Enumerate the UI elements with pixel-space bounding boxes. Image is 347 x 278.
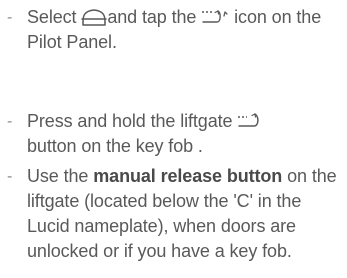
text-button-on-key-fob: button on the key fob . [27, 136, 203, 156]
liftgate-open-icon [237, 111, 261, 131]
text-press-and-hold: Press and hold the liftgate [27, 111, 233, 131]
manual-release-button-term: manual release button [93, 166, 283, 186]
liftgate-open-icon [201, 9, 229, 27]
vehicle-outline-icon [81, 7, 108, 27]
list-item-text: Use the manual release button on the lif… [27, 164, 345, 264]
list-bullet: - [7, 113, 13, 130]
text-and-tap: and tap the [107, 7, 197, 27]
text-use-the: Use the [27, 166, 89, 186]
instruction-list: - Select and tap the icon on the Pilot P… [0, 0, 347, 278]
list-bullet: - [7, 168, 13, 185]
list-bullet: - [7, 9, 13, 26]
text-select: Select [27, 7, 77, 27]
list-item-text: Press and hold the liftgate button on th… [27, 109, 345, 159]
list-item-text: Select and tap the icon on the Pilot Pan… [27, 5, 345, 55]
